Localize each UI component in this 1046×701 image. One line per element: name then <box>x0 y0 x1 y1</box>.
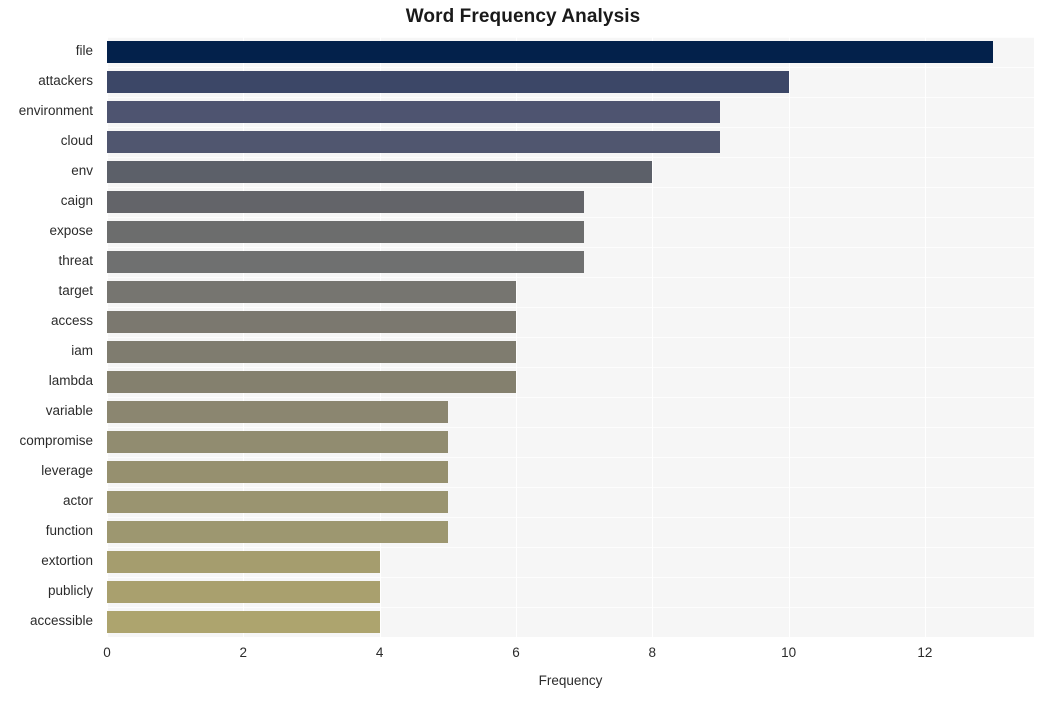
y-axis-tick-label: attackers <box>38 73 93 88</box>
chart-figure: Word Frequency Analysis file attackers env… <box>0 0 1046 701</box>
y-axis-tick-label: env <box>71 163 93 178</box>
y-axis-tick-label: lambda <box>48 373 93 388</box>
x-axis-title: Frequency <box>538 673 603 688</box>
y-axis-tick-label: caign <box>60 193 93 208</box>
y-axis-tick-label: expose <box>49 223 93 238</box>
y-axis-tick-label: publicly <box>47 583 93 598</box>
y-axis-tick-label: actor <box>62 493 93 508</box>
y-axis-tick-label: cloud <box>60 133 93 148</box>
y-axis-labels: file attackers environment cloud env caign exp… <box>0 37 1046 637</box>
chart-title: Word Frequency Analysis <box>405 6 641 27</box>
x-axis-tick-label: 6 <box>512 645 520 660</box>
y-axis-tick-label: function <box>45 523 93 538</box>
x-axis-tick-label: 0 <box>103 645 111 660</box>
y-axis-tick-label: compromise <box>19 433 93 448</box>
y-axis-tick-label: leverage <box>41 463 93 478</box>
y-axis-tick-label: target <box>58 283 93 298</box>
x-axis-tick-label: 10 <box>781 645 797 660</box>
y-axis-tick-label: extortion <box>41 553 93 568</box>
y-axis-tick-label: iam <box>71 343 93 358</box>
x-axis-tick-label: 8 <box>648 645 657 660</box>
y-axis-tick-label: threat <box>58 253 93 268</box>
x-axis-tick-label: 12 <box>917 645 933 660</box>
x-axis-tick-label: 4 <box>375 645 384 660</box>
y-axis-tick-label: environment <box>18 103 93 118</box>
y-axis-tick-label: variable <box>45 403 93 418</box>
y-axis-tick-label: accessible <box>29 613 93 628</box>
y-axis-tick-label: file <box>75 43 93 58</box>
y-axis-tick-label: access <box>50 313 93 328</box>
x-axis-tick-label: 2 <box>239 645 248 660</box>
